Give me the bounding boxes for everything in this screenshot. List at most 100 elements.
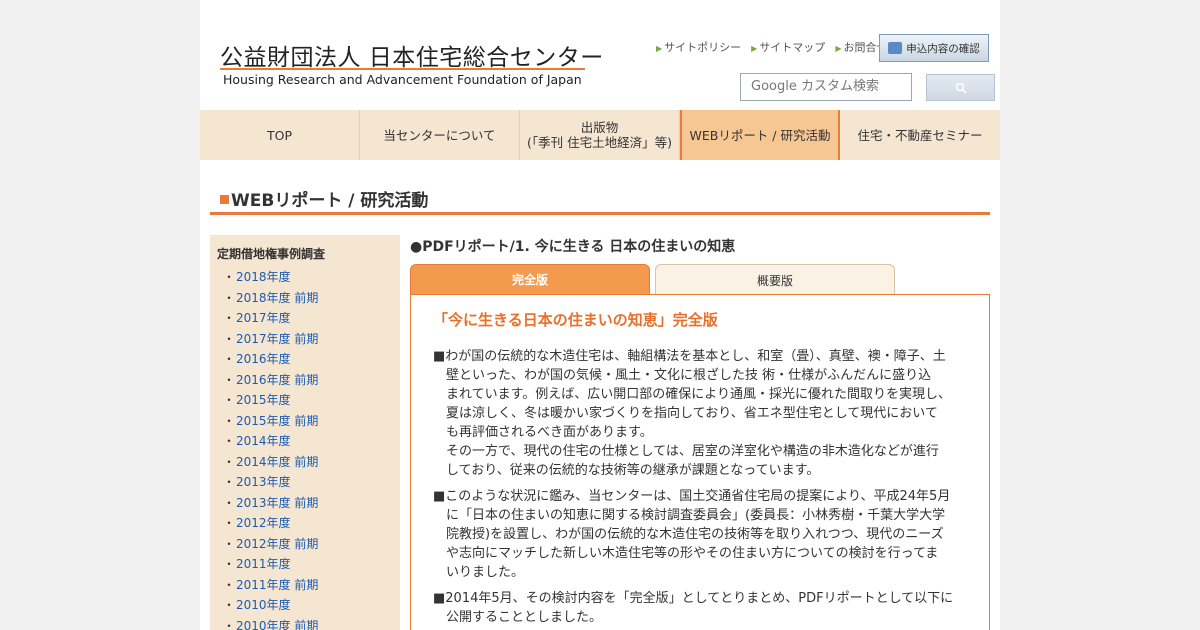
bullet-icon: ・ bbox=[223, 352, 236, 366]
bullet-icon: ・ bbox=[223, 331, 236, 346]
sidebar-item-label: 2017年度 bbox=[236, 311, 291, 325]
paragraph-line: に「日本の住まいの知恵に関する検討調査委員会」(委員長：小林秀樹・千葉大学大学 bbox=[446, 508, 946, 523]
bullet-icon: ・ bbox=[223, 393, 236, 407]
arrow-icon: ▶ bbox=[751, 44, 758, 53]
content-panel: 「今に生きる日本の住まいの知恵」完全版 ■わが国の伝統的な木造住宅は、軸組構法を… bbox=[410, 294, 990, 630]
main-nav: TOP 当センターについて 出版物 (「季刊 住宅土地経済」等) WEBリポート … bbox=[200, 110, 1000, 160]
bullet-icon: ・ bbox=[223, 536, 236, 551]
arrow-icon: ▶ bbox=[656, 44, 663, 53]
paragraph-line: 公開することとしました。 bbox=[446, 610, 603, 625]
sidebar-item[interactable]: ・2017年度 前期 bbox=[217, 329, 393, 350]
top-links: ▶ サイトポリシー ▶ サイトマップ ▶ お問合せ bbox=[656, 39, 887, 55]
sidebar-item[interactable]: ・2011年度 bbox=[217, 554, 393, 575]
sidebar-item[interactable]: ・2016年度 前期 bbox=[217, 370, 393, 391]
sidebar-item[interactable]: ・2011年度 前期 bbox=[217, 575, 393, 596]
sidebar-item-label: 2013年度 前期 bbox=[236, 495, 319, 510]
bullet-icon: ・ bbox=[223, 434, 236, 448]
content-heading: 「今に生きる日本の住まいの知恵」完全版 bbox=[433, 311, 718, 329]
sidebar-item[interactable]: ・2014年度 前期 bbox=[217, 452, 393, 473]
bullet-icon: ・ bbox=[223, 454, 236, 469]
sidebar-item-label: 2010年度 前期 bbox=[236, 618, 319, 630]
search-button[interactable] bbox=[926, 74, 995, 101]
content-paragraph: ■このような状況に鑑み、当センターは、国土交通省住宅局の提案により、平成24年5… bbox=[433, 487, 967, 582]
sidebar-item-label: 2012年度 前期 bbox=[236, 536, 319, 551]
sidebar-item-label: 2018年度 前期 bbox=[236, 290, 319, 305]
report-title: ●PDFリポート/1. 今に生きる 日本の住まいの知恵 bbox=[410, 239, 736, 255]
logo-underline bbox=[220, 68, 585, 70]
sidebar-item-label: 2014年度 bbox=[236, 434, 291, 448]
tab-full-version[interactable]: 完全版 bbox=[410, 264, 650, 295]
sidebar-item[interactable]: ・2010年度 前期 bbox=[217, 616, 393, 630]
link-sitemap[interactable]: ▶ サイトマップ bbox=[751, 39, 825, 55]
paragraph-line: いりました。 bbox=[446, 565, 525, 580]
link-site-policy[interactable]: ▶ サイトポリシー bbox=[656, 39, 741, 55]
sidebar-item-label: 2014年度 前期 bbox=[236, 454, 319, 469]
content-paragraph: ■2014年5月、その検討内容を「完全版」としてとりまとめ、PDFリポートとして… bbox=[433, 589, 967, 627]
paragraph-line: ■2014年5月、その検討内容を「完全版」としてとりまとめ、PDFリポートとして… bbox=[433, 591, 954, 606]
content-paragraph: ■わが国の伝統的な木造住宅は、軸組構法を基本とし、和室（畳）、真壁、襖・障子、土… bbox=[433, 347, 967, 480]
sidebar-item[interactable]: ・2016年度 bbox=[217, 349, 393, 370]
sidebar-item[interactable]: ・2013年度 bbox=[217, 472, 393, 493]
search-input[interactable]: Google カスタム検索 bbox=[740, 73, 912, 101]
paragraph-line: ■わが国の伝統的な木造住宅は、軸組構法を基本とし、和室（畳）、真壁、襖・障子、土 bbox=[433, 349, 946, 364]
sidebar-item[interactable]: ・2012年度 前期 bbox=[217, 534, 393, 555]
bullet-icon: ・ bbox=[223, 577, 236, 592]
sidebar-item-label: 2016年度 bbox=[236, 352, 291, 366]
search-icon bbox=[955, 82, 967, 94]
nav-seminar[interactable]: 住宅・不動産セミナー bbox=[840, 110, 1000, 160]
sidebar-item-label: 2016年度 前期 bbox=[236, 372, 319, 387]
page: 公益財団法人 日本住宅総合センター Housing Research and A… bbox=[200, 0, 1000, 630]
sidebar-item-label: 2010年度 bbox=[236, 598, 291, 612]
paragraph-line: その一方で、現代の住宅の仕様としては、居室の洋室化や構造の非木造化などが進行 bbox=[446, 444, 939, 459]
nav-about[interactable]: 当センターについて bbox=[360, 110, 520, 160]
sidebar-item[interactable]: ・2013年度 前期 bbox=[217, 493, 393, 514]
paragraph-line: 夏は涼しく、冬は暖かい家づくりを指向しており、省エネ型住宅として現代において bbox=[446, 406, 938, 421]
tab-summary-version[interactable]: 概要版 bbox=[655, 264, 895, 295]
content-body: ■わが国の伝統的な木造住宅は、軸組構法を基本とし、和室（畳）、真壁、襖・障子、土… bbox=[433, 347, 967, 627]
sidebar-item-label: 2018年度 bbox=[236, 270, 291, 284]
nav-publications[interactable]: 出版物 (「季刊 住宅土地経済」等) bbox=[520, 110, 680, 160]
sidebar-item-label: 2011年度 前期 bbox=[236, 577, 319, 592]
sidebar-item[interactable]: ・2018年度 前期 bbox=[217, 288, 393, 309]
sidebar-item-label: 2015年度 bbox=[236, 393, 291, 407]
sidebar-heading: 定期借地権事例調査 bbox=[217, 247, 326, 261]
bullet-icon: ・ bbox=[223, 290, 236, 305]
paragraph-line: や志向にマッチした新しい木造住宅等の形やその住まい方についての検討を行ってま bbox=[446, 546, 939, 561]
arrow-icon: ▶ bbox=[835, 44, 842, 53]
sidebar-item-label: 2015年度 前期 bbox=[236, 413, 319, 428]
paragraph-line: まれています。例えば、広い開口部の確保により通風・採光に優れた間取りを実現し、 bbox=[446, 387, 952, 402]
sidebar-item-label: 2013年度 bbox=[236, 475, 291, 489]
paragraph-line: 壁といった、わが国の気候・風土・文化に根ざした技 術・仕様がふんだんに盛り込 bbox=[446, 368, 932, 383]
document-icon bbox=[888, 42, 903, 54]
sidebar-item[interactable]: ・2010年度 bbox=[217, 595, 393, 616]
sidebar-item[interactable]: ・2012年度 bbox=[217, 513, 393, 534]
paragraph-line: 院教授)を設置し、わが国の伝統的な木造住宅の技術等を取り入れつつ、現代のニーズ bbox=[446, 527, 944, 542]
bullet-icon: ・ bbox=[223, 372, 236, 387]
logo-en[interactable]: Housing Research and Advancement Foundat… bbox=[223, 72, 582, 87]
bullet-icon: ・ bbox=[223, 598, 236, 612]
nav-top[interactable]: TOP bbox=[200, 110, 360, 160]
logo-jp[interactable]: 公益財団法人 日本住宅総合センター bbox=[220, 38, 604, 72]
bullet-icon: ・ bbox=[223, 516, 236, 530]
bullet-icon: ・ bbox=[223, 311, 236, 325]
sidebar-item[interactable]: ・2018年度 bbox=[217, 267, 393, 288]
application-confirm-button[interactable]: 申込内容の確認 bbox=[879, 34, 989, 62]
sidebar: 定期借地権事例調査 ・2018年度 ・2018年度 前期 ・2017年度 ・2017年… bbox=[210, 235, 400, 630]
sidebar-item[interactable]: ・2015年度 前期 bbox=[217, 411, 393, 432]
sidebar-item-label: 2011年度 bbox=[236, 557, 291, 571]
sidebar-item[interactable]: ・2014年度 bbox=[217, 431, 393, 452]
bullet-icon: ・ bbox=[223, 495, 236, 510]
bullet-icon: ・ bbox=[223, 618, 236, 630]
paragraph-line: しており、従来の伝統的な技術等の継承が課題となっています。 bbox=[446, 463, 820, 478]
nav-web-report[interactable]: WEBリポート / 研究活動 bbox=[680, 110, 840, 160]
section-divider bbox=[210, 212, 990, 215]
sidebar-list: ・2018年度 ・2018年度 前期 ・2017年度 ・2017年度 前期 ・2016年… bbox=[217, 267, 393, 630]
bullet-icon: ・ bbox=[223, 413, 236, 428]
bullet-icon: ・ bbox=[223, 270, 236, 284]
sidebar-item[interactable]: ・2015年度 bbox=[217, 390, 393, 411]
paragraph-line: ■このような状況に鑑み、当センターは、国土交通省住宅局の提案により、平成24年5… bbox=[433, 489, 951, 504]
sidebar-item[interactable]: ・2017年度 bbox=[217, 308, 393, 329]
bullet-icon: ・ bbox=[223, 557, 236, 571]
bullet-icon: ・ bbox=[223, 475, 236, 489]
square-bullet-icon bbox=[220, 195, 229, 204]
